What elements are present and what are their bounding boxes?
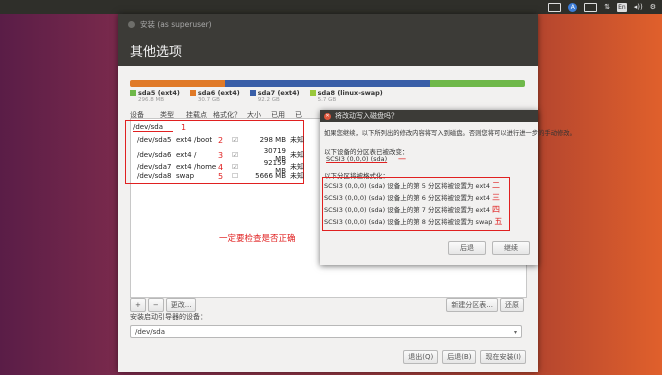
annotation: 二	[491, 181, 500, 190]
legend-label: sda6 (ext4)	[189, 89, 240, 97]
annotation: 四	[491, 205, 500, 214]
format-checkbox[interactable]: ☑	[232, 136, 252, 144]
navigation-buttons: 退出(Q) 后退(B) 现在安装(I)	[403, 350, 526, 364]
legend-size: 5.7 GB	[317, 97, 337, 103]
partition-row[interactable]: /dev/sda8 swap 5 ☐ 5666 MB 未知	[137, 171, 304, 181]
disk-usage-bar	[130, 80, 525, 87]
partition-row[interactable]: /dev/sda5 ext4 /boot 2 ☑ 298 MB 未知	[137, 135, 304, 145]
legend-swatch	[189, 90, 196, 96]
format-item: SCSI3 (0,0,0) (sda) 设备上的第 8 分区将被设置为 swap…	[324, 216, 502, 227]
partition-used: 未知	[290, 136, 304, 144]
annotation: 1	[181, 123, 187, 132]
dialog-continue-button[interactable]: 继续	[492, 241, 530, 255]
changed-device: SCSI3 (0,0,0) (sda)	[326, 155, 388, 163]
back-button[interactable]: 后退(B)	[442, 350, 477, 364]
legend-label: sda5 (ext4)	[130, 89, 180, 97]
install-now-button[interactable]: 现在安装(I)	[480, 350, 526, 364]
format-item: SCSI3 (0,0,0) (sda) 设备上的第 6 分区将被设置为 ext4…	[324, 192, 500, 203]
partition-type: swap	[176, 172, 195, 180]
remove-partition-button[interactable]: −	[147, 298, 164, 312]
dialog-titlebar: ✕ 将改动写入磁盘吗？	[320, 110, 538, 122]
partition-used: 未知	[290, 172, 304, 180]
annotation: 5	[218, 171, 224, 181]
partition-type: ext4	[176, 136, 192, 144]
partition-type: ext4	[176, 163, 192, 171]
partition-legend: sda5 (ext4) 296.8 MB sda6 (ext4) 30.7 GB s…	[130, 89, 383, 103]
table-tools: 新建分区表... 还原	[446, 298, 524, 312]
legend-item: sda5 (ext4) 296.8 MB	[130, 89, 180, 103]
annotation: 2	[218, 135, 224, 145]
system-tray: A ⇅ En ◂)) ⚙	[548, 2, 656, 12]
format-item-text: SCSI3 (0,0,0) (sda) 设备上的第 5 分区将被设置为 ext4	[324, 182, 490, 190]
chevron-down-icon: ▾	[513, 329, 517, 336]
write-changes-dialog: ✕ 将改动写入磁盘吗？ 如果您继续，以下所列出的修改内容将写入到磁盘。否则您将可…	[320, 110, 576, 265]
format-item: SCSI3 (0,0,0) (sda) 设备上的第 5 分区将被设置为 ext4…	[324, 180, 500, 191]
annotation: 三	[491, 193, 500, 202]
partition-size: 298 MB	[259, 136, 286, 144]
battery-icon[interactable]	[584, 2, 598, 12]
disk-bar-segment	[224, 80, 431, 87]
annotation-note: 一定要检查是否正确	[219, 234, 296, 244]
disk-row[interactable]: /dev/sda 1	[133, 123, 186, 132]
legend-item: sda7 (ext4) 92.2 GB	[249, 89, 300, 103]
dialog-title: 将改动写入磁盘吗？	[335, 112, 398, 120]
quit-button[interactable]: 退出(Q)	[403, 350, 439, 364]
disk-bar-segment	[130, 80, 225, 87]
annotation: 五	[494, 217, 503, 226]
window-titlebar: 安装 (as superuser)	[128, 19, 212, 30]
partition-size: 5666 MB	[255, 172, 286, 180]
format-item-text: SCSI3 (0,0,0) (sda) 设备上的第 8 分区将被设置为 swap	[324, 218, 493, 226]
legend-swatch	[309, 90, 316, 96]
legend-label: sda7 (ext4)	[249, 89, 300, 97]
legend-label: sda8 (linux-swap)	[309, 89, 383, 97]
revert-button[interactable]: 还原	[500, 298, 524, 312]
close-icon[interactable]: ✕	[324, 112, 331, 120]
new-partition-table-button[interactable]: 新建分区表...	[446, 298, 498, 312]
bootloader-device-value: /dev/sda	[135, 328, 165, 336]
partition-device: /dev/sda5	[137, 136, 172, 144]
legend-size: 296.8 MB	[138, 97, 165, 103]
partition-mount: /home	[194, 163, 217, 171]
partition-mount: /	[194, 151, 197, 159]
legend-item: sda6 (ext4) 30.7 GB	[189, 89, 240, 103]
window-title: 安装 (as superuser)	[140, 20, 212, 29]
page-title: 其他选项	[130, 45, 183, 60]
partition-device: /dev/sda7	[137, 163, 172, 171]
legend-item: sda8 (linux-swap) 5.7 GB	[309, 89, 383, 103]
format-checkbox[interactable]: ☑	[232, 151, 252, 159]
format-checkbox[interactable]: ☑	[232, 163, 252, 171]
top-panel: A ⇅ En ◂)) ⚙	[0, 0, 662, 14]
partition-device: /dev/sda8	[137, 172, 172, 180]
format-checkbox[interactable]: ☐	[232, 172, 252, 180]
bootloader-label: 安装启动引导器的设备：	[130, 313, 207, 321]
bootloader-device-select[interactable]: /dev/sda ▾	[130, 325, 522, 338]
accessibility-icon[interactable]: A	[568, 2, 578, 12]
input-method-icon[interactable]: En	[617, 2, 627, 12]
legend-swatch	[249, 90, 256, 96]
partition-mount: /boot	[194, 136, 213, 144]
legend-size: 92.2 GB	[257, 97, 280, 103]
partition-device: /dev/sda6	[137, 151, 172, 159]
dialog-back-button[interactable]: 后退	[448, 241, 486, 255]
annotation: 一	[398, 155, 406, 164]
gear-icon[interactable]: ⚙	[650, 2, 656, 12]
dialog-intro: 如果您继续，以下所列出的修改内容将写入到磁盘。否则您将可以进行进一步的手动修改。	[324, 130, 576, 137]
format-item: SCSI3 (0,0,0) (sda) 设备上的第 7 分区将被设置为 ext4…	[324, 204, 500, 215]
partition-tools: + − 更改...	[130, 298, 197, 312]
volume-icon[interactable]: ◂))	[634, 2, 643, 12]
close-icon[interactable]	[128, 21, 135, 28]
disk-label: /dev/sda	[133, 123, 173, 132]
network-icon[interactable]: ⇅	[604, 2, 610, 12]
disk-bar-segment	[430, 80, 525, 87]
window-header: 安装 (as superuser) 其他选项	[118, 14, 538, 66]
dialog-buttons: 后退 继续	[448, 241, 530, 255]
add-partition-button[interactable]: +	[130, 298, 146, 312]
format-item-text: SCSI3 (0,0,0) (sda) 设备上的第 7 分区将被设置为 ext4	[324, 206, 490, 214]
legend-swatch	[130, 90, 136, 96]
legend-size: 30.7 GB	[197, 97, 220, 103]
keyboard-icon[interactable]	[548, 2, 562, 12]
format-item-text: SCSI3 (0,0,0) (sda) 设备上的第 6 分区将被设置为 ext4	[324, 194, 490, 202]
partition-type: ext4	[176, 151, 192, 159]
change-partition-button[interactable]: 更改...	[165, 298, 197, 312]
